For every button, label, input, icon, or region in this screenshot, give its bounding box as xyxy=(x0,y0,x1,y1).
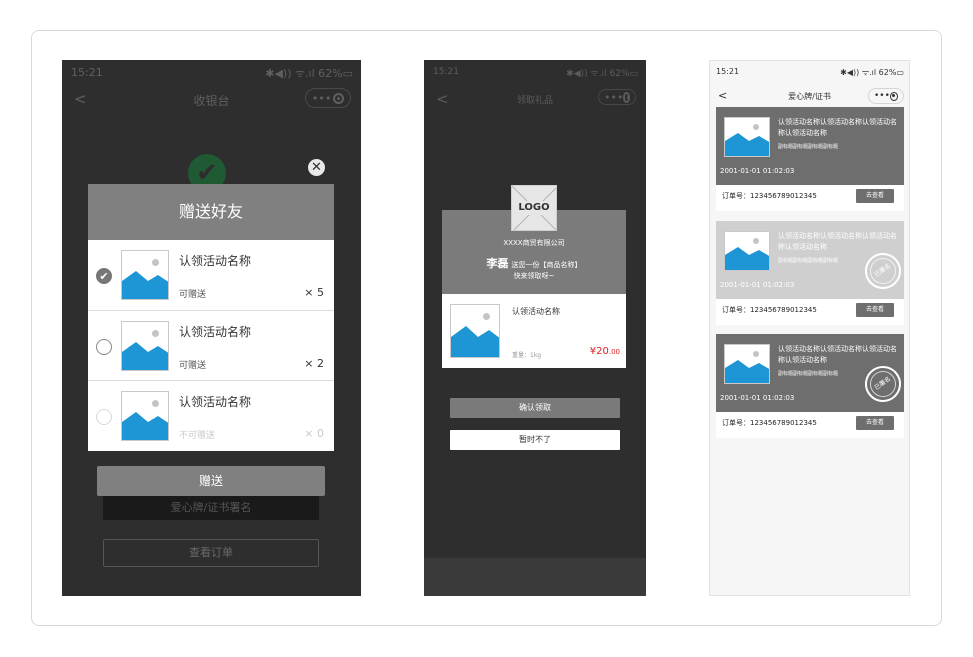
mini-program-capsule[interactable]: ••• xyxy=(868,88,904,104)
view-order-button[interactable]: 查看订单 xyxy=(103,539,319,567)
certificate-subtitle: 副标题副标题副标题副标题 xyxy=(778,371,839,377)
modal-title: 赠送好友 xyxy=(88,184,334,240)
certificate-name: 认领活动名称认领活动名称认领活动名称认领活动名称 xyxy=(778,232,897,251)
signed-stamp-icon: 已署名 xyxy=(857,245,904,297)
gift-quantity: × 0 xyxy=(304,427,324,440)
certificate-card: 认领活动名称认领活动名称认领活动名称认领活动名称 副标题副标题副标题副标题 20… xyxy=(716,107,904,211)
mini-program-capsule[interactable]: ••• xyxy=(598,89,636,105)
logo-text: LOGO xyxy=(515,201,553,215)
close-app-icon[interactable] xyxy=(623,91,630,103)
gift-state: 可赠送 xyxy=(179,290,207,300)
gift-row[interactable]: ✔ 认领活动名称 可赠送 × 5 xyxy=(88,240,334,310)
gift-name: 认领活动名称 xyxy=(179,325,252,339)
close-icon[interactable]: ✕ xyxy=(308,159,325,176)
certificate-name: 认领活动名称认领活动名称认领活动名称认领活动名称 xyxy=(778,345,897,364)
order-number: 订单号：123456789012345 xyxy=(722,192,817,200)
nav-bar: < 领取礼品 ••• xyxy=(424,82,646,116)
logo-placeholder: LOGO xyxy=(511,185,557,231)
order-number: 订单号：123456789012345 xyxy=(722,419,817,427)
image-icon xyxy=(121,250,169,300)
radio-checked-icon[interactable]: ✔ xyxy=(96,268,112,284)
sender-message: 送您一份【商品名称】 xyxy=(511,261,582,269)
sign-name-button[interactable]: 爱心牌/证书署名 xyxy=(103,496,319,520)
nav-bar: < 收银台 ••• xyxy=(62,82,361,116)
order-number: 订单号：123456789012345 xyxy=(722,306,817,314)
price-decimal: .00 xyxy=(608,348,620,356)
certificate-banner: 认领活动名称认领活动名称认领活动名称认领活动名称 副标题副标题副标题副标题 20… xyxy=(716,334,904,412)
close-app-icon[interactable] xyxy=(889,91,898,101)
gift-quantity: × 5 xyxy=(304,286,324,299)
sender-line: 李磊 送您一份【商品名称】 xyxy=(442,255,626,271)
gift-row: 认领活动名称 不可赠送 × 0 xyxy=(88,380,334,451)
status-bar: 15:21 ✱◀)) ᯤ.ıl 62%▭ xyxy=(710,61,909,83)
view-button[interactable]: 去查看 xyxy=(856,416,894,430)
sender-subtext: 快来领取呀~ xyxy=(513,272,555,280)
gift-state: 不可赠送 xyxy=(179,431,216,441)
certificate-banner: 认领活动名称认领活动名称认领活动名称认领活动名称 副标题副标题副标题副标题 20… xyxy=(716,221,904,299)
phone-certificates: 15:21 ✱◀)) ᯤ.ıl 62%▭ < 爱心牌/证书 ••• 认领活动名称… xyxy=(709,60,910,596)
phone-checkout: 15:21 ✱◀)) ᯤ.ıl 62%▭ < 收银台 ••• ✔ ✕ 赠送好友 … xyxy=(62,60,361,596)
status-bar: 15:21 ✱◀)) ᯤ.ıl 62%▭ xyxy=(62,60,361,82)
view-button[interactable]: 去查看 xyxy=(856,189,894,203)
company-name: XXXX商贸有限公司 xyxy=(503,239,565,247)
certificate-time: 2001-01-01 01:02:03 xyxy=(720,167,795,175)
gift-name: 认领活动名称 xyxy=(179,395,252,409)
status-time: 15:21 xyxy=(71,66,103,79)
image-icon xyxy=(121,321,169,371)
sender-name: 李磊 xyxy=(486,257,509,270)
certificate-card: 认领活动名称认领活动名称认领活动名称认领活动名称 副标题副标题副标题副标题 20… xyxy=(716,221,904,325)
certificate-name: 认领活动名称认领活动名称认领活动名称认领活动名称 xyxy=(778,118,897,137)
gift-name: 认领活动名称 xyxy=(179,254,252,268)
certificate-banner: 认领活动名称认领活动名称认领活动名称认领活动名称 副标题副标题副标题副标题 20… xyxy=(716,107,904,185)
gift-quantity: × 2 xyxy=(304,357,324,370)
gift-friend-modal: 赠送好友 ✔ 认领活动名称 可赠送 × 5 认领活动名称 可赠送 × 2 认领活… xyxy=(88,184,334,451)
phone-receive-gift: 15:21 ✱◀)) ᯤ.ıl 62%▭ < 领取礼品 ••• XXXX商贸有限… xyxy=(424,60,646,596)
certificate-time: 2001-01-01 01:02:03 xyxy=(720,281,795,289)
not-now-button[interactable]: 暂时不了 xyxy=(450,430,620,450)
more-icon[interactable]: ••• xyxy=(604,91,623,104)
price-main: ¥20 xyxy=(589,346,609,357)
image-icon xyxy=(724,117,770,157)
status-bar: 15:21 ✱◀)) ᯤ.ıl 62%▭ xyxy=(424,60,646,82)
status-time: 15:21 xyxy=(433,67,459,77)
certificate-subtitle: 副标题副标题副标题副标题 xyxy=(778,144,839,150)
radio-icon[interactable] xyxy=(96,339,112,355)
certificate-card: 认领活动名称认领活动名称认领活动名称认领活动名称 副标题副标题副标题副标题 20… xyxy=(716,334,904,438)
item-weight: 重量：1kg xyxy=(512,352,542,359)
image-icon xyxy=(724,344,770,384)
radio-disabled-icon xyxy=(96,409,112,425)
more-icon[interactable]: ••• xyxy=(874,91,890,101)
status-time: 15:21 xyxy=(716,67,740,76)
signed-stamp-icon: 已署名 xyxy=(857,358,904,410)
image-icon xyxy=(724,231,770,271)
certificate-subtitle: 副标题副标题副标题副标题 xyxy=(778,258,839,264)
gift-state: 可赠送 xyxy=(179,361,207,371)
close-app-icon[interactable] xyxy=(333,92,345,104)
gift-card: XXXX商贸有限公司 李磊 送您一份【商品名称】 快来领取呀~ LOGO 认领活动… xyxy=(442,185,626,368)
more-icon[interactable]: ••• xyxy=(312,92,331,105)
view-button[interactable]: 去查看 xyxy=(856,303,894,317)
item-name: 认领活动名称 xyxy=(512,307,560,316)
item-price: ¥20.00 xyxy=(590,346,620,357)
status-icons: ✱◀)) ᯤ.ıl 62%▭ xyxy=(840,68,904,77)
gift-row[interactable]: 认领活动名称 可赠送 × 2 xyxy=(88,310,334,380)
certificate-time: 2001-01-01 01:02:03 xyxy=(720,394,795,402)
gift-button[interactable]: 赠送 xyxy=(97,466,325,496)
image-icon xyxy=(450,304,500,358)
confirm-receive-button[interactable]: 确认领取 xyxy=(450,398,620,418)
bottom-area xyxy=(424,558,646,596)
status-icons: ✱◀)) ᯤ.ıl 62%▭ xyxy=(566,69,638,79)
status-icons: ✱◀)) ᯤ.ıl 62%▭ xyxy=(265,67,353,80)
mini-program-capsule[interactable]: ••• xyxy=(305,88,351,108)
image-icon xyxy=(121,391,169,441)
